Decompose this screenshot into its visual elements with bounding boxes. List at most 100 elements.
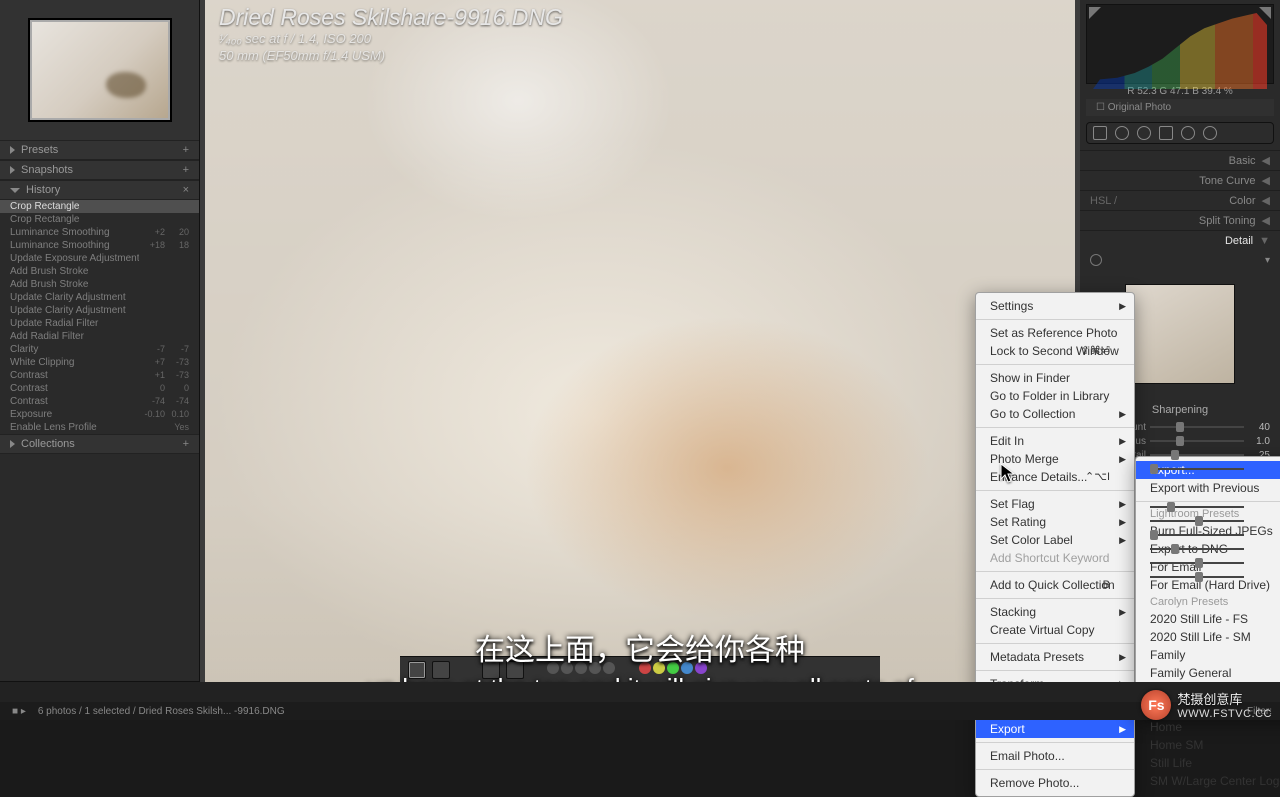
history-item[interactable]: Clarity-7-7 bbox=[0, 343, 199, 356]
menu-item[interactable]: Go to Collection▶ bbox=[976, 405, 1134, 423]
menu-item[interactable]: Edit In▶ bbox=[976, 432, 1134, 450]
chevron-right-icon bbox=[10, 166, 15, 174]
add-icon[interactable]: + bbox=[183, 434, 189, 454]
spot-tool-icon[interactable] bbox=[1115, 126, 1129, 140]
status-text: 6 photos / 1 selected / Dried Roses Skil… bbox=[38, 706, 285, 717]
menu-item[interactable]: For Email bbox=[1136, 558, 1280, 576]
menu-item[interactable]: Settings▶ bbox=[976, 297, 1134, 315]
menu-item[interactable]: SM W/Large Center Logo for SS bbox=[1136, 772, 1280, 790]
history-item[interactable]: Contrast-74-74 bbox=[0, 395, 199, 408]
history-panel-header[interactable]: History × bbox=[0, 180, 199, 200]
hsl-section[interactable]: HSL / Color◀ bbox=[1080, 190, 1280, 210]
presets-label: Presets bbox=[21, 140, 58, 160]
center-area: Dried Roses Skilshare-9916.DNG ¹⁄₄₀₀ sec… bbox=[200, 0, 1080, 720]
navigator-thumbnail[interactable] bbox=[30, 20, 170, 120]
menu-item[interactable]: Stacking▶ bbox=[976, 603, 1134, 621]
histogram[interactable] bbox=[1086, 4, 1274, 84]
history-item[interactable]: White Clipping+7-73 bbox=[0, 356, 199, 369]
menu-item[interactable]: Set Flag▶ bbox=[976, 495, 1134, 513]
history-item[interactable]: Update Clarity Adjustment bbox=[0, 291, 199, 304]
detail-target-row: ▾ bbox=[1080, 250, 1280, 270]
target-icon[interactable] bbox=[1090, 254, 1102, 266]
filmstrip[interactable] bbox=[0, 682, 1280, 702]
menu-item[interactable]: Add to Quick CollectionB bbox=[976, 576, 1134, 594]
snapshots-panel-header[interactable]: Snapshots+ bbox=[0, 160, 199, 180]
menu-item[interactable]: Home bbox=[1136, 718, 1280, 736]
status-bar: ■ ▸ 6 photos / 1 selected / Dried Roses … bbox=[0, 702, 1280, 720]
rating-stars[interactable] bbox=[546, 662, 616, 677]
chevron-right-icon bbox=[10, 440, 15, 448]
tone-curve-section[interactable]: Tone Curve◀ bbox=[1080, 170, 1280, 190]
menu-item[interactable]: Enhance Details...⌃⌥I bbox=[976, 468, 1134, 486]
history-item[interactable]: Crop Rectangle bbox=[0, 200, 199, 213]
history-item[interactable]: Luminance Smoothing+220 bbox=[0, 226, 199, 239]
menu-item[interactable]: Family bbox=[1136, 646, 1280, 664]
menu-item[interactable]: Export with Previous bbox=[1136, 479, 1280, 497]
photo-canvas[interactable]: Dried Roses Skilshare-9916.DNG ¹⁄₄₀₀ sec… bbox=[205, 0, 1075, 720]
menu-item[interactable]: Home SM bbox=[1136, 736, 1280, 754]
history-item[interactable]: Update Radial Filter bbox=[0, 317, 199, 330]
color-labels[interactable] bbox=[638, 662, 708, 677]
history-item[interactable]: Exposure-0.100.10 bbox=[0, 408, 199, 421]
history-item[interactable]: Add Brush Stroke bbox=[0, 278, 199, 291]
clear-icon[interactable]: × bbox=[183, 180, 189, 200]
flag-reject-button[interactable] bbox=[506, 661, 524, 679]
brush-tool-icon[interactable] bbox=[1203, 126, 1217, 140]
menu-item[interactable]: Set Rating▶ bbox=[976, 513, 1134, 531]
menu-item[interactable]: Still Life bbox=[1136, 754, 1280, 772]
shadow-clip-icon[interactable] bbox=[1089, 7, 1101, 19]
menu-item[interactable]: Go to Folder in Library bbox=[976, 387, 1134, 405]
history-item[interactable]: Add Radial Filter bbox=[0, 330, 199, 343]
detail-preview[interactable] bbox=[1125, 284, 1235, 384]
split-toning-section[interactable]: Split Toning◀ bbox=[1080, 210, 1280, 230]
menu-item[interactable]: Remove Photo... bbox=[976, 774, 1134, 792]
menu-item[interactable]: Export▶ bbox=[976, 720, 1134, 738]
photo-title: Dried Roses Skilshare-9916.DNG bbox=[219, 4, 563, 31]
history-item[interactable]: Update Clarity Adjustment bbox=[0, 304, 199, 317]
menu-item[interactable]: Show in Finder bbox=[976, 369, 1134, 387]
flag-pick-button[interactable] bbox=[482, 661, 500, 679]
history-item[interactable]: Contrast00 bbox=[0, 382, 199, 395]
chevron-down-icon bbox=[10, 188, 20, 193]
add-icon[interactable]: + bbox=[183, 160, 189, 180]
export-submenu[interactable]: Export...Export with PreviousLightroom P… bbox=[1135, 456, 1280, 720]
redeye-tool-icon[interactable] bbox=[1137, 126, 1151, 140]
menu-item[interactable]: Set as Reference Photo bbox=[976, 324, 1134, 342]
menu-item[interactable]: 2020 Still Life - FS bbox=[1136, 610, 1280, 628]
before-after-button[interactable] bbox=[432, 661, 450, 679]
history-item[interactable]: Contrast+1-73 bbox=[0, 369, 199, 382]
photo-exif-1: ¹⁄₄₀₀ sec at f / 1.4, ISO 200 bbox=[219, 31, 563, 48]
history-list[interactable]: Crop RectangleCrop RectangleLuminance Sm… bbox=[0, 200, 199, 434]
collections-panel-header[interactable]: Collections+ bbox=[0, 434, 199, 454]
gradient-tool-icon[interactable] bbox=[1159, 126, 1173, 140]
presets-panel-header[interactable]: Presets + bbox=[0, 140, 199, 160]
tool-strip bbox=[1086, 122, 1274, 144]
history-label: History bbox=[26, 180, 60, 200]
watermark-url: WWW.FSTVC.CC bbox=[1177, 708, 1272, 720]
menu-item[interactable]: Lock to Second Window⇧⌘⏎ bbox=[976, 342, 1134, 360]
history-item[interactable]: Add Brush Stroke bbox=[0, 265, 199, 278]
context-menu[interactable]: Settings▶ Set as Reference PhotoLock to S… bbox=[975, 292, 1135, 797]
radial-tool-icon[interactable] bbox=[1181, 126, 1195, 140]
crop-tool-icon[interactable] bbox=[1093, 126, 1107, 140]
menu-group-header: Carolyn Presets bbox=[1136, 594, 1280, 610]
menu-item[interactable]: For Email (Hard Drive) bbox=[1136, 576, 1280, 594]
chevron-down-icon[interactable]: ▾ bbox=[1265, 255, 1270, 266]
history-item[interactable]: Crop Rectangle bbox=[0, 213, 199, 226]
menu-item[interactable]: 2020 Still Life - SM bbox=[1136, 628, 1280, 646]
highlight-clip-icon[interactable] bbox=[1259, 7, 1271, 19]
menu-item[interactable]: Metadata Presets▶ bbox=[976, 648, 1134, 666]
loupe-view-button[interactable] bbox=[408, 661, 426, 679]
menu-item[interactable]: Set Color Label▶ bbox=[976, 531, 1134, 549]
add-icon[interactable]: + bbox=[183, 140, 189, 160]
history-item[interactable]: Luminance Smoothing+1818 bbox=[0, 239, 199, 252]
menu-item[interactable]: Create Virtual Copy bbox=[976, 621, 1134, 639]
detail-section[interactable]: Detail▼ bbox=[1080, 230, 1280, 250]
menu-item[interactable]: Photo Merge▶ bbox=[976, 450, 1134, 468]
basic-section[interactable]: Basic◀ bbox=[1080, 150, 1280, 170]
menu-item[interactable]: Family General bbox=[1136, 664, 1280, 682]
history-item[interactable]: Enable Lens ProfileYes bbox=[0, 421, 199, 434]
history-item[interactable]: Update Exposure Adjustment bbox=[0, 252, 199, 265]
left-panel: Presets + Snapshots+ History × Crop Rectan… bbox=[0, 0, 200, 720]
menu-item[interactable]: Email Photo... bbox=[976, 747, 1134, 765]
